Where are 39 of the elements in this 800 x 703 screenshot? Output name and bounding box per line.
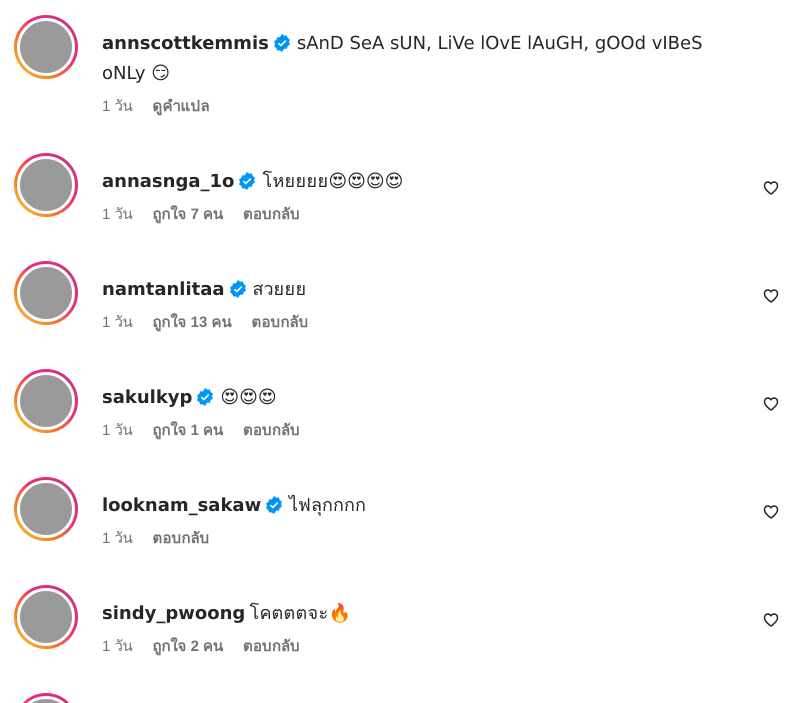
username[interactable]: namtanlitaa [102,279,225,300]
comment-time: 1 วัน [102,637,133,657]
avatar-photo [17,156,75,214]
reply-link[interactable]: ตอบกลับ [152,529,210,549]
heart-icon[interactable] [763,288,779,304]
avatar-photo [17,372,75,430]
likes-count[interactable]: ถูกใจ 2 คน [152,637,224,657]
comment-text: namtanlitaa สวยยย [102,278,308,302]
comment-text: sindy_pwoong โคตตตจะ🔥 [102,602,352,626]
reply-link[interactable]: ตอบกลับ [243,205,300,225]
reply-link[interactable]: ตอบกลับ [243,421,300,441]
username[interactable]: annasnga_1o [102,171,234,192]
likes-count[interactable]: ถูกใจ 1 คน [152,421,224,441]
comment-time: 1 วัน [102,421,133,441]
comment-time: 1 วัน [102,205,133,225]
comment-time: 1 วัน [102,529,133,549]
username[interactable]: annscottkemmis [102,33,269,54]
heart-icon[interactable] [763,396,779,412]
comment-time: 1 วัน [102,97,133,117]
reply-link[interactable]: ตอบกลับ [243,637,300,657]
comment-text: annasnga_1o โหยยยย😍😍😍😍 [102,170,404,194]
avatar-photo [17,588,75,646]
heart-icon[interactable] [763,504,779,520]
username[interactable]: sakulkyp [102,387,192,408]
likes-count[interactable]: ถูกใจ 7 คน [152,205,224,225]
reply-link[interactable]: ตอบกลับ [252,313,309,333]
comment-text: annscottkemmis sAnD SeA sUN, LiVe lOvE lAuGH, gOOd vIBeS oNLy 😏 [102,32,704,86]
avatar-photo [17,264,75,322]
reply-link[interactable]: ดูคำแปล [152,97,210,117]
heart-icon[interactable] [763,612,779,628]
comment-time: 1 วัน [102,313,133,333]
comment-text: sakulkyp 😍😍😍 [102,386,278,410]
avatar-photo [17,18,75,76]
heart-icon[interactable] [763,180,779,196]
likes-count[interactable]: ถูกใจ 13 คน [152,313,232,333]
username[interactable]: sindy_pwoong [102,603,246,624]
username[interactable]: looknam_sakaw [102,495,262,516]
comment-text: looknam_sakaw ไฟลุกกกก [102,494,368,518]
avatar-photo [17,480,75,538]
